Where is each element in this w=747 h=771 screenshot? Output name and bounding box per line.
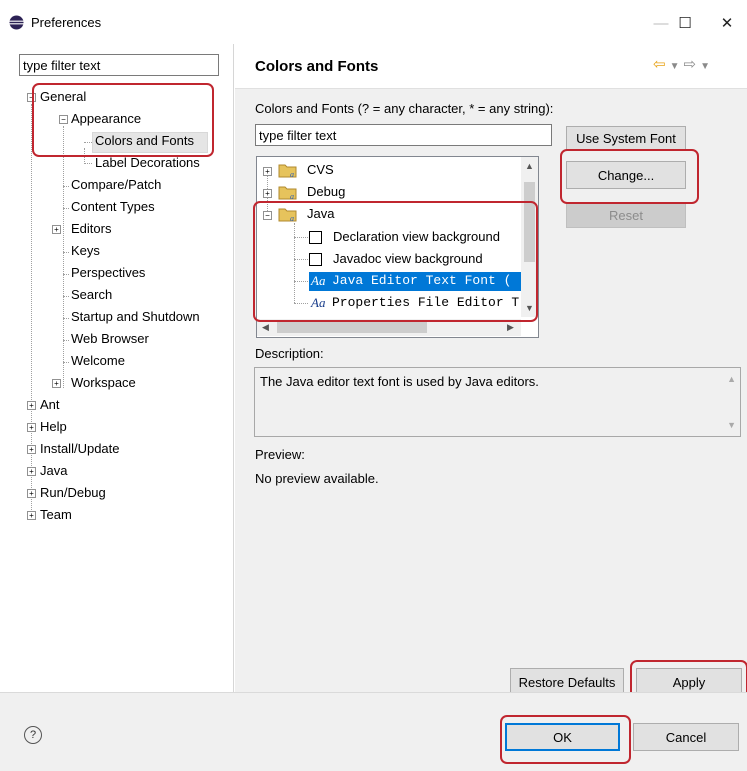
reset-button: Reset [566, 202, 686, 228]
svg-text:a: a [290, 170, 294, 178]
tree-item-perspectives[interactable]: Perspectives [71, 264, 145, 282]
tree-line [63, 186, 69, 187]
tree-line [63, 274, 69, 275]
tree-item-run-debug[interactable]: Run/Debug [40, 484, 106, 502]
tree-item-keys[interactable]: Keys [71, 242, 100, 260]
folder-icon: a [278, 164, 297, 178]
eclipse-logo-icon [9, 15, 24, 30]
description-box: The Java editor text font is used by Jav… [254, 367, 741, 437]
expand-toggle[interactable]: + [27, 489, 36, 498]
chevron-down-icon[interactable]: ▼ [727, 420, 736, 430]
tree-item-content-types[interactable]: Content Types [71, 198, 155, 216]
tree-line [63, 126, 64, 388]
chevron-up-icon[interactable]: ▲ [727, 374, 736, 384]
tree-item-workspace[interactable]: Workspace [71, 374, 136, 392]
tree-line [63, 340, 69, 341]
scrollbar-thumb[interactable] [277, 322, 427, 333]
chevron-up-icon[interactable]: ▲ [525, 161, 534, 171]
expand-toggle[interactable]: + [263, 189, 272, 198]
tree-item-cvs[interactable]: CVS [307, 161, 334, 179]
cancel-button[interactable]: Cancel [633, 723, 739, 751]
chevron-right-icon[interactable]: ▶ [507, 322, 514, 333]
tree-item-compare-patch[interactable]: Compare/Patch [71, 176, 161, 194]
tree-line [63, 296, 69, 297]
preference-filter-input[interactable] [19, 54, 219, 76]
highlight-annotation [500, 715, 631, 764]
history-navigation[interactable]: ⇦ ▼ ⇨ ▼ [653, 55, 710, 73]
tree-item-search[interactable]: Search [71, 286, 112, 304]
expand-toggle[interactable]: + [27, 401, 36, 410]
description-text: The Java editor text font is used by Jav… [260, 374, 539, 389]
expand-toggle[interactable]: + [27, 445, 36, 454]
preview-label: Preview: [255, 447, 305, 462]
tree-line [63, 208, 69, 209]
expand-toggle[interactable]: + [263, 167, 272, 176]
use-system-font-button[interactable]: Use System Font [566, 126, 686, 150]
window-title: Preferences [31, 15, 102, 30]
tree-item-startup-shutdown[interactable]: Startup and Shutdown [71, 308, 200, 326]
title-bar [0, 0, 747, 44]
svg-text:a: a [290, 192, 294, 200]
forward-arrow-icon[interactable]: ⇨ [683, 56, 696, 73]
tree-line [84, 163, 92, 164]
page-title: Colors and Fonts [255, 58, 379, 75]
description-label: Description: [255, 346, 324, 361]
chevron-down-icon[interactable]: ▼ [700, 61, 710, 72]
preview-text: No preview available. [255, 471, 379, 486]
expand-toggle[interactable]: + [27, 511, 36, 520]
tree-item-welcome[interactable]: Welcome [71, 352, 125, 370]
expand-toggle[interactable]: + [52, 379, 61, 388]
back-arrow-icon[interactable]: ⇦ [653, 56, 666, 73]
tree-item-help[interactable]: Help [40, 418, 67, 436]
highlight-annotation [32, 83, 214, 157]
folder-icon: a [278, 186, 297, 200]
tree-item-ant[interactable]: Ant [40, 396, 60, 414]
maximize-button[interactable]: ☐ [662, 6, 708, 40]
expand-toggle[interactable]: + [27, 423, 36, 432]
tree-item-java[interactable]: Java [40, 462, 67, 480]
tree-item-install-update[interactable]: Install/Update [40, 440, 120, 458]
tree-line [31, 104, 32, 520]
tree-item-web-browser[interactable]: Web Browser [71, 330, 149, 348]
filter-caption: Colors and Fonts (? = any character, * =… [255, 101, 554, 116]
tree-line [63, 318, 69, 319]
expand-toggle[interactable]: + [52, 225, 61, 234]
help-icon[interactable]: ? [24, 726, 42, 744]
tree-line [63, 252, 69, 253]
tree-line [63, 362, 69, 363]
chevron-down-icon[interactable]: ▼ [670, 61, 680, 72]
expand-toggle[interactable]: + [27, 467, 36, 476]
tree-item-team[interactable]: Team [40, 506, 72, 524]
tree-item-editors[interactable]: Editors [71, 220, 111, 238]
tree-item-debug[interactable]: Debug [307, 183, 345, 201]
close-button[interactable]: ✕ [704, 6, 747, 40]
highlight-annotation [560, 149, 699, 204]
colors-filter-input[interactable] [255, 124, 552, 146]
highlight-annotation [253, 201, 538, 322]
chevron-left-icon[interactable]: ◀ [262, 322, 269, 333]
